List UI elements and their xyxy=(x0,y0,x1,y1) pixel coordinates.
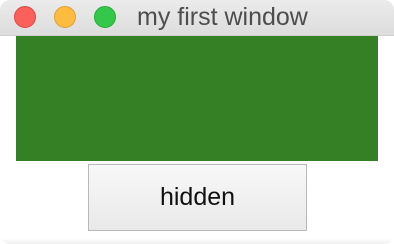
close-icon[interactable] xyxy=(14,6,36,28)
green-canvas xyxy=(16,36,378,161)
title-bar[interactable]: my first window xyxy=(0,0,394,36)
zoom-icon[interactable] xyxy=(94,6,116,28)
hidden-button-label: hidden xyxy=(159,183,236,211)
app-window: my first window hidden xyxy=(0,0,394,244)
window-bottom-edge xyxy=(0,238,394,244)
window-title: my first window xyxy=(137,3,308,31)
minimize-icon[interactable] xyxy=(54,6,76,28)
hidden-button[interactable]: hidden xyxy=(88,164,307,231)
